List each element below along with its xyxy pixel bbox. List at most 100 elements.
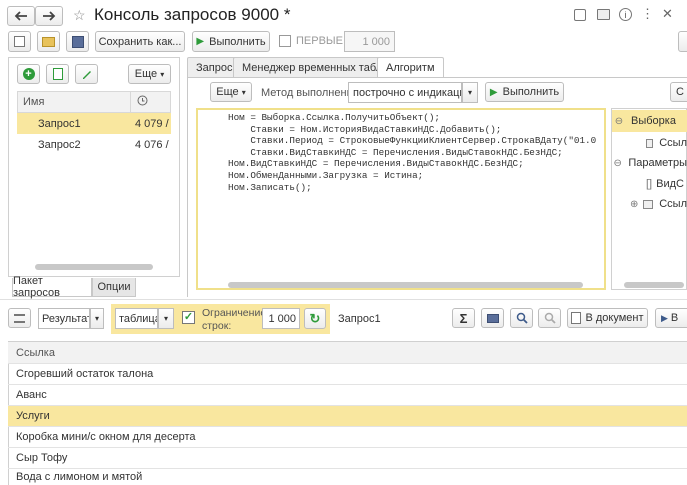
result-divider <box>0 299 687 300</box>
pencil-icon <box>82 71 91 79</box>
refresh-button[interactable]: ↻ <box>304 308 326 329</box>
limit-input[interactable]: 1 000 <box>262 308 300 329</box>
collapse-icon: ⊖ <box>614 115 624 127</box>
result-table-header[interactable]: Ссылка <box>8 342 687 364</box>
tree-item-ref[interactable]: Ссыл <box>612 132 687 154</box>
table-cell: Коробка мини/с окном для десерта <box>16 431 196 443</box>
column-divider <box>130 92 131 112</box>
left-scrollbar[interactable] <box>35 264 153 270</box>
code-editor[interactable]: Ном = Выборка.Ссылка.ПолучитьОбъект(); С… <box>196 108 606 290</box>
copy-button[interactable] <box>46 64 69 84</box>
print-button[interactable] <box>481 308 504 328</box>
table-row[interactable]: Вода с лимоном и мятой <box>8 469 687 485</box>
enum-icon: [] <box>646 178 653 190</box>
code-line: Ном = Выборка.Ссылка.ПолучитьОбъект(); <box>228 112 441 123</box>
chevron-down-icon: ▾ <box>163 314 168 323</box>
table-icon <box>643 199 654 209</box>
tree-item-ref-param[interactable]: ⊕ Ссыл <box>612 193 687 215</box>
magnifier-cancel-icon <box>544 312 556 324</box>
table-icon <box>646 138 654 148</box>
edit-button[interactable] <box>75 64 98 84</box>
add-button[interactable]: + <box>17 64 40 84</box>
table-row[interactable]: Сыр Тофу <box>8 448 687 469</box>
save-as-button[interactable]: Сохранить как... <box>95 31 185 52</box>
play-icon: ▶ <box>489 86 498 98</box>
tab-temp-tables-label: Менеджер временных таблиц <box>242 61 395 74</box>
algorithm-run-button[interactable]: ▶ Выполнить <box>485 82 564 102</box>
code-scrollbar[interactable] <box>228 282 583 288</box>
collapse-icon: ⊖ <box>613 157 622 169</box>
link-icon[interactable] <box>574 9 586 21</box>
run-button[interactable]: ▶ Выполнить <box>192 31 270 52</box>
forward-button[interactable] <box>35 6 63 26</box>
first-label: ПЕРВЫЕ: <box>296 35 347 47</box>
method-select[interactable]: построчно с индикацией <box>348 82 462 103</box>
output-dropdown-button[interactable]: ▾ <box>158 308 174 329</box>
right-edge-button[interactable] <box>678 31 687 52</box>
open-button[interactable] <box>37 31 60 52</box>
tree-item-selection[interactable]: ⊖ Выборка <box>612 110 687 132</box>
tree-item-label: Ссыл <box>659 198 687 210</box>
output-select[interactable]: таблица <box>115 308 158 329</box>
code-line: Ставки = Ном.ИсторияВидаСтавкиНДС.Добави… <box>228 123 502 135</box>
tab-options[interactable]: Опции <box>92 278 136 297</box>
star-icon[interactable]: ☆ <box>73 7 86 24</box>
tree-item-label: Ссыл <box>659 137 687 149</box>
result-list-button[interactable] <box>8 308 31 328</box>
sum-button[interactable]: Σ <box>452 308 475 328</box>
extra-button[interactable]: ▶ В <box>655 308 687 328</box>
save-button[interactable] <box>66 31 89 52</box>
method-value: построчно с индикацией <box>353 86 461 99</box>
column-name-header[interactable]: Имя <box>23 96 44 108</box>
algorithm-more-button[interactable]: Еще ▾ <box>210 82 252 102</box>
limit-checkbox[interactable]: ✓ <box>182 311 195 324</box>
menu-icon[interactable]: ⋮ <box>641 6 654 22</box>
limit-value: 1 000 <box>268 312 296 325</box>
plus-icon: + <box>22 68 35 80</box>
back-button[interactable] <box>7 6 35 26</box>
tab-query-batch-label: Пакет запросов <box>13 275 60 299</box>
chevron-down-icon: ▾ <box>241 87 246 97</box>
floppy-icon <box>71 35 84 48</box>
tab-query-label: Запрос <box>196 61 233 74</box>
close-icon[interactable]: ✕ <box>662 6 673 22</box>
method-dropdown-button[interactable]: ▾ <box>462 82 478 103</box>
code-line: Ставки.ВидСтавкиНДС = Перечисления.ВидыС… <box>228 146 563 158</box>
info-icon[interactable]: i <box>619 8 632 21</box>
new-button[interactable] <box>8 31 31 52</box>
print-icon[interactable] <box>597 9 610 20</box>
document-icon <box>571 312 582 324</box>
tab-query-batch[interactable]: Пакет запросов <box>12 275 92 299</box>
tab-algorithm[interactable]: Алгоритм <box>377 57 444 78</box>
to-document-button[interactable]: В документ <box>567 308 648 328</box>
find-button[interactable] <box>510 308 533 328</box>
table-row[interactable]: Аванс <box>8 385 687 406</box>
tree-item-params[interactable]: ⊖ Параметры <box>612 152 687 174</box>
code-line: Ставки.Период = СтроковыеФункцииКлиентСе… <box>228 135 597 147</box>
table-cell: Услуги <box>16 410 50 422</box>
tree-scrollbar[interactable] <box>624 282 684 288</box>
run-label: Выполнить <box>209 35 266 48</box>
new-document-icon <box>14 36 25 47</box>
result-dropdown-button[interactable]: ▾ <box>90 308 104 329</box>
tree-item-vat[interactable]: [] ВидС <box>612 173 687 195</box>
table-row[interactable]: Коробка мини/с окном для десерта <box>8 427 687 448</box>
limit-label-1: Ограничение <box>202 307 267 319</box>
list-item-time: 4 079 / 0 <box>135 118 171 130</box>
tree-item-label: Выборка <box>631 115 676 127</box>
find-clear-button[interactable] <box>538 308 561 328</box>
arrow-right-icon <box>43 11 56 21</box>
magnifier-icon <box>516 312 528 324</box>
table-row[interactable]: Сгоревший остаток талона <box>8 364 687 385</box>
more-label: Еще <box>134 68 158 80</box>
page-title: Консоль запросов 9000 * <box>94 5 291 24</box>
table-row[interactable]: Услуги <box>8 406 687 427</box>
first-checkbox[interactable] <box>279 35 291 47</box>
first-input[interactable]: 1 000 <box>344 31 395 52</box>
printer-icon <box>486 313 499 323</box>
right-top-button[interactable]: С <box>670 82 687 102</box>
more-button[interactable]: Еще ▾ <box>128 64 171 84</box>
table-cell: Сыр Тофу <box>16 452 68 464</box>
list-icon <box>14 313 25 323</box>
result-select[interactable]: РезультатО <box>38 308 90 329</box>
